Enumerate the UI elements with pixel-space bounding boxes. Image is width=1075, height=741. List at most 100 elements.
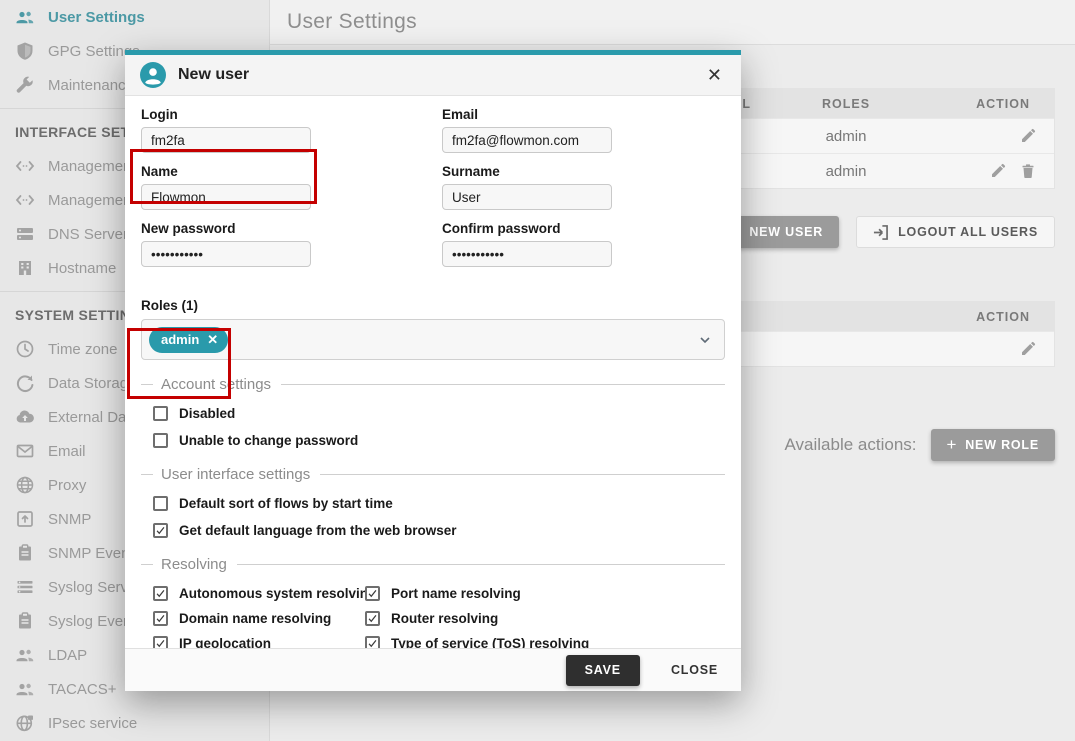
role-chip-label: admin xyxy=(161,332,199,347)
sidebar-item-label: Proxy xyxy=(48,477,86,494)
login-label: Login xyxy=(141,107,311,122)
edit-icon[interactable] xyxy=(990,163,1006,179)
login-input[interactable] xyxy=(141,127,311,153)
roles-label: Roles (1) xyxy=(141,298,725,313)
section-legend: User interface settings xyxy=(141,466,725,483)
sidebar-item-label: Data Storage xyxy=(48,375,136,392)
dialog-title: New user xyxy=(178,66,703,84)
form-field-confirm-password: Confirm password xyxy=(442,220,612,267)
sidebar-item-label: Management xyxy=(48,192,136,209)
disabled-checkbox[interactable] xyxy=(153,406,168,421)
sidebar-item-label: Time zone xyxy=(48,341,117,358)
dialog-header: New user ✕ xyxy=(125,55,741,96)
new-password-label: New password xyxy=(141,221,311,236)
unable-to-change-password-checkbox[interactable] xyxy=(153,433,168,448)
checkbox-label: Default sort of flows by start time xyxy=(179,496,393,511)
cell-action xyxy=(941,128,1054,144)
chip-remove-icon[interactable]: ✕ xyxy=(207,332,218,348)
sidebar-item-label: Maintenance xyxy=(48,77,134,94)
close-icon[interactable]: ✕ xyxy=(703,64,726,86)
clipboard-icon xyxy=(15,543,35,563)
user-avatar-icon xyxy=(140,62,166,88)
sidebar-item-ipsec-service[interactable]: IPsec service xyxy=(0,706,269,740)
available-actions-label: Available actions: xyxy=(785,435,917,455)
checkbox-label: Get default language from the web browse… xyxy=(179,523,457,538)
envelope-icon xyxy=(15,441,35,461)
form-field-login: Login xyxy=(141,106,311,153)
chevron-down-icon[interactable] xyxy=(698,333,712,347)
roles-field: Roles (1) admin ✕ xyxy=(141,298,725,360)
checkbox-row-unable-to-change-password: Unable to change password xyxy=(153,430,725,450)
name-input[interactable] xyxy=(141,184,311,210)
section-account-settings: Account settings Disabled Unable to change… xyxy=(141,376,725,450)
logout-icon xyxy=(873,225,888,240)
sidebar-item-label: IPsec service xyxy=(48,715,137,732)
roles-actions-row: Available actions: + NEW ROLE xyxy=(785,429,1056,461)
save-button[interactable]: SAVE xyxy=(566,655,640,686)
checkbox-row-router-resolving: Router resolving xyxy=(365,608,725,628)
page-title: User Settings xyxy=(287,10,417,34)
globe-lock-icon xyxy=(15,713,35,733)
refresh-icon xyxy=(15,373,35,393)
delete-icon[interactable] xyxy=(1020,163,1036,179)
new-role-button[interactable]: + NEW ROLE xyxy=(931,429,1056,461)
router-resolving-checkbox[interactable] xyxy=(365,611,380,626)
sidebar-item-label: Management xyxy=(48,158,136,175)
form-field-new-password: New password xyxy=(141,220,311,267)
port-name-resolving-checkbox[interactable] xyxy=(365,586,380,601)
dialog-footer: SAVE CLOSE xyxy=(125,648,741,691)
surname-input[interactable] xyxy=(442,184,612,210)
sidebar-item-user-settings[interactable]: User Settings xyxy=(0,0,269,34)
checkbox-label: Router resolving xyxy=(391,611,498,626)
section-legend-label: Account settings xyxy=(161,376,271,393)
checkbox-row-port-name-resolving: Port name resolving xyxy=(365,583,725,603)
surname-label: Surname xyxy=(442,164,612,179)
column-header-action: ACTION xyxy=(941,97,1054,111)
sidebar-item-label: Hostname xyxy=(48,260,116,277)
form-field-surname: Surname xyxy=(442,163,612,210)
roles-select[interactable]: admin ✕ xyxy=(141,319,725,360)
checkbox-label: Port name resolving xyxy=(391,586,521,601)
section-resolving: Resolving Autonomous system resolving Port… xyxy=(141,556,725,653)
checkbox-label: Disabled xyxy=(179,406,235,421)
checkbox-label: Autonomous system resolving xyxy=(179,586,376,601)
cell-roles: admin xyxy=(751,163,941,180)
users-icon xyxy=(15,645,35,665)
new-user-dialog: New user ✕ LoginEmailNameSurnameNew pass… xyxy=(125,50,741,691)
column-header-roles: ROLES xyxy=(751,97,941,111)
autonomous-system-resolving-checkbox[interactable] xyxy=(153,586,168,601)
checkbox-row-default-sort-of-flows-by-start-time: Default sort of flows by start time xyxy=(153,493,725,513)
section-legend-label: User interface settings xyxy=(161,466,310,483)
sidebar-item-label: TACACS+ xyxy=(48,681,117,698)
shield-icon xyxy=(15,41,35,61)
domain-name-resolving-checkbox[interactable] xyxy=(153,611,168,626)
confirm-password-label: Confirm password xyxy=(442,221,612,236)
logout-all-users-button[interactable]: LOGOUT ALL USERS xyxy=(856,216,1055,248)
globe-icon xyxy=(15,475,35,495)
plus-icon: + xyxy=(947,435,958,455)
form-field-email: Email xyxy=(442,106,612,153)
sidebar-item-label: LDAP xyxy=(48,647,87,664)
checkbox-row-disabled: Disabled xyxy=(153,403,725,423)
section-legend: Account settings xyxy=(141,376,725,393)
email-input[interactable] xyxy=(442,127,612,153)
confirm-password-input[interactable] xyxy=(442,241,612,267)
new-password-input[interactable] xyxy=(141,241,311,267)
get-default-language-from-the-web-browser-checkbox[interactable] xyxy=(153,523,168,538)
section-legend: Resolving xyxy=(141,556,725,573)
edit-icon[interactable] xyxy=(1020,341,1036,357)
checkbox-label: Unable to change password xyxy=(179,433,358,448)
page-header: User Settings xyxy=(270,0,1075,45)
cloud-upload-icon xyxy=(15,407,35,427)
sidebar-item-label: SNMP xyxy=(48,511,91,528)
section-legend-label: Resolving xyxy=(161,556,227,573)
cell-action xyxy=(941,163,1054,179)
close-button[interactable]: CLOSE xyxy=(671,663,718,677)
checkbox-row-autonomous-system-resolving: Autonomous system resolving xyxy=(153,583,353,603)
role-chip-admin[interactable]: admin ✕ xyxy=(149,327,228,353)
users-icon xyxy=(15,7,35,27)
wrench-icon xyxy=(15,75,35,95)
edit-icon[interactable] xyxy=(1020,128,1036,144)
default-sort-of-flows-by-start-time-checkbox[interactable] xyxy=(153,496,168,511)
clock-icon xyxy=(15,339,35,359)
